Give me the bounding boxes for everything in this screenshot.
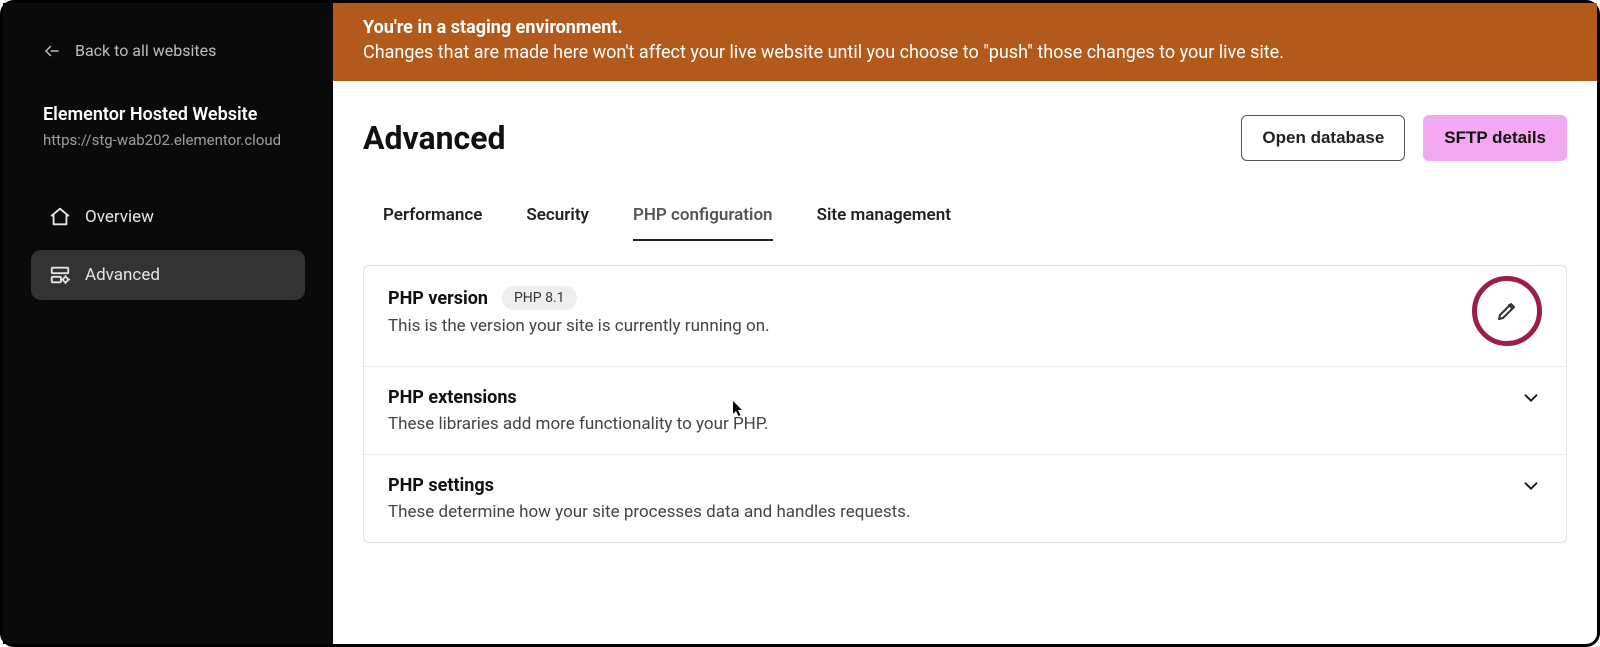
- row-php-settings[interactable]: PHP settings These determine how your si…: [364, 455, 1566, 542]
- php-config-panel: PHP version PHP 8.1 This is the version …: [363, 265, 1567, 543]
- row-desc: This is the version your site is current…: [388, 316, 1472, 336]
- sidebar-item-label: Advanced: [85, 265, 160, 285]
- home-icon: [49, 206, 71, 228]
- sidebar: Back to all websites Elementor Hosted We…: [3, 3, 333, 644]
- tab-php-configuration[interactable]: PHP configuration: [633, 205, 773, 241]
- row-desc: These determine how your site processes …: [388, 502, 1520, 522]
- chevron-down-icon[interactable]: [1520, 387, 1542, 409]
- row-php-version: PHP version PHP 8.1 This is the version …: [364, 266, 1566, 367]
- sidebar-item-advanced[interactable]: Advanced: [31, 250, 305, 300]
- row-title: PHP settings: [388, 475, 494, 496]
- server-gear-icon: [49, 264, 71, 286]
- back-label: Back to all websites: [75, 41, 216, 60]
- row-title: PHP extensions: [388, 387, 517, 408]
- site-info: Elementor Hosted Website https://stg-wab…: [31, 104, 305, 152]
- edit-php-version-button[interactable]: [1472, 276, 1542, 346]
- pencil-icon: [1495, 299, 1519, 323]
- page-title: Advanced: [363, 119, 506, 157]
- banner-text: Changes that are made here won't affect …: [363, 42, 1567, 63]
- site-url: https://stg-wab202.elementor.cloud: [43, 129, 305, 152]
- row-desc: These libraries add more functionality t…: [388, 414, 1520, 434]
- page-content: Advanced Open database SFTP details Perf…: [333, 81, 1597, 644]
- staging-banner: You're in a staging environment. Changes…: [333, 3, 1597, 81]
- header-actions: Open database SFTP details: [1241, 115, 1567, 161]
- site-title: Elementor Hosted Website: [43, 104, 305, 125]
- sftp-details-button[interactable]: SFTP details: [1423, 115, 1567, 161]
- main-area: You're in a staging environment. Changes…: [333, 3, 1597, 644]
- back-to-websites-link[interactable]: Back to all websites: [31, 41, 305, 60]
- chevron-down-icon[interactable]: [1520, 475, 1542, 497]
- sidebar-item-label: Overview: [85, 207, 154, 227]
- tab-performance[interactable]: Performance: [383, 205, 482, 241]
- tab-security[interactable]: Security: [526, 205, 589, 241]
- advanced-tabs: Performance Security PHP configuration S…: [363, 205, 1567, 241]
- arrow-left-icon: [43, 42, 61, 60]
- open-database-button[interactable]: Open database: [1241, 115, 1405, 161]
- page-header: Advanced Open database SFTP details: [363, 115, 1567, 161]
- banner-title: You're in a staging environment.: [363, 17, 1567, 38]
- sidebar-nav: Overview Advanced: [31, 192, 305, 300]
- row-php-extensions[interactable]: PHP extensions These libraries add more …: [364, 367, 1566, 455]
- sidebar-item-overview[interactable]: Overview: [31, 192, 305, 242]
- php-version-badge: PHP 8.1: [502, 286, 577, 310]
- row-title: PHP version: [388, 288, 488, 309]
- tab-site-management[interactable]: Site management: [817, 205, 951, 241]
